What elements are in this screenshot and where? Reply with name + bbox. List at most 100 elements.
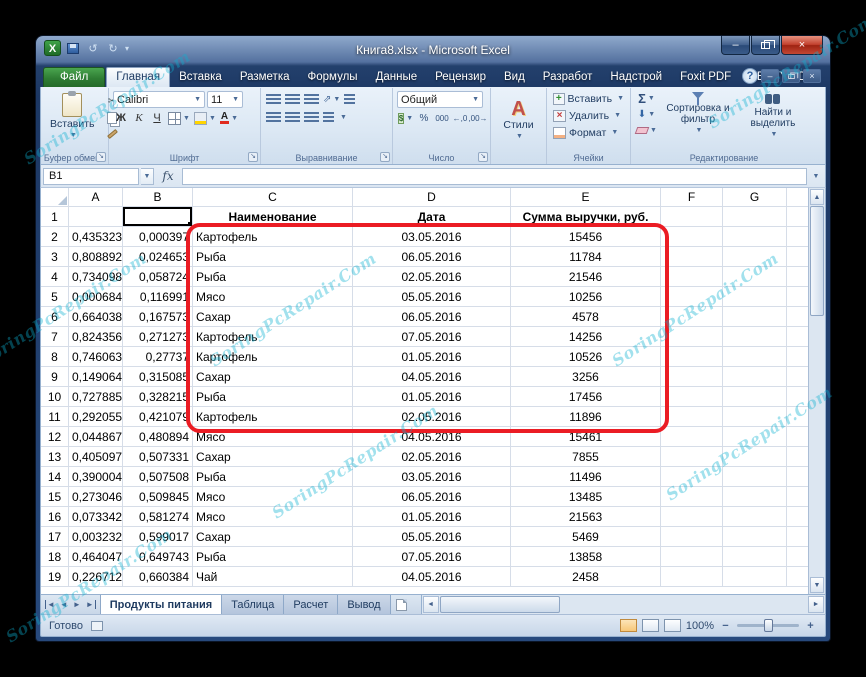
cell-G15[interactable] bbox=[723, 487, 787, 507]
row-header-15[interactable]: 15 bbox=[41, 487, 69, 507]
align-bottom-button[interactable] bbox=[303, 91, 320, 107]
cell-C4[interactable]: Рыба bbox=[193, 267, 353, 287]
cell-G12[interactable] bbox=[723, 427, 787, 447]
cell-C1-header[interactable]: Наименование bbox=[193, 207, 353, 227]
cell-C11[interactable]: Картофель bbox=[193, 407, 353, 427]
comma-style-button[interactable]: 000 bbox=[434, 110, 450, 126]
row-header-4[interactable]: 4 bbox=[41, 267, 69, 287]
cell-C19[interactable]: Чай bbox=[193, 567, 353, 587]
column-header-C[interactable]: C bbox=[193, 188, 353, 207]
cell-D2[interactable]: 03.05.2016 bbox=[353, 227, 511, 247]
italic-button[interactable]: К bbox=[131, 110, 147, 126]
orientation-button[interactable]: ⇗ ▼ bbox=[322, 91, 341, 107]
cell-E6[interactable]: 4578 bbox=[511, 307, 661, 327]
cell-G5[interactable] bbox=[723, 287, 787, 307]
fill-color-button[interactable]: ▼ bbox=[193, 110, 217, 126]
cell-F17[interactable] bbox=[661, 527, 723, 547]
cell-G16[interactable] bbox=[723, 507, 787, 527]
cell-F4[interactable] bbox=[661, 267, 723, 287]
excel-logo-icon[interactable]: X bbox=[44, 40, 61, 56]
cell-D17[interactable]: 05.05.2016 bbox=[353, 527, 511, 547]
horizontal-scrollbar[interactable]: ◄ ► bbox=[420, 595, 825, 614]
cell-A6[interactable]: 0,664038 bbox=[69, 307, 123, 327]
cell-B7[interactable]: 0,271273 bbox=[123, 327, 193, 347]
cell-E5[interactable]: 10256 bbox=[511, 287, 661, 307]
cell-G18[interactable] bbox=[723, 547, 787, 567]
align-top-button[interactable] bbox=[265, 91, 282, 107]
cell-E1-header[interactable]: Сумма выручки, руб. bbox=[511, 207, 661, 227]
cell-G4[interactable] bbox=[723, 267, 787, 287]
cell-G10[interactable] bbox=[723, 387, 787, 407]
row-header-6[interactable]: 6 bbox=[41, 307, 69, 327]
cell-B17[interactable]: 0,599017 bbox=[123, 527, 193, 547]
cell-C15[interactable]: Мясо bbox=[193, 487, 353, 507]
cell-G11[interactable] bbox=[723, 407, 787, 427]
name-box[interactable]: B1 bbox=[43, 167, 139, 185]
minimize-button[interactable]: – bbox=[721, 36, 750, 55]
wrap-text-button[interactable] bbox=[343, 91, 360, 107]
cell-A16[interactable]: 0,073342 bbox=[69, 507, 123, 527]
restore-button[interactable] bbox=[751, 36, 780, 55]
cell-E2[interactable]: 15456 bbox=[511, 227, 661, 247]
formula-input[interactable] bbox=[182, 167, 807, 185]
cell-B4[interactable]: 0,058724 bbox=[123, 267, 193, 287]
cell-B13[interactable]: 0,507331 bbox=[123, 447, 193, 467]
clipboard-dialog-launcher-icon[interactable]: ↘ bbox=[96, 152, 106, 162]
align-right-button[interactable] bbox=[303, 109, 320, 125]
workbook-restore-button[interactable] bbox=[782, 69, 800, 83]
workbook-minimize-button[interactable]: – bbox=[761, 69, 779, 83]
row-header-18[interactable]: 18 bbox=[41, 547, 69, 567]
cell-A1[interactable] bbox=[69, 207, 123, 227]
sheet-tab-2[interactable]: Расчет bbox=[283, 595, 339, 614]
cell-A2[interactable]: 0,435323 bbox=[69, 227, 123, 247]
cell-B15[interactable]: 0,509845 bbox=[123, 487, 193, 507]
cell-E8[interactable]: 10526 bbox=[511, 347, 661, 367]
cell-F7[interactable] bbox=[661, 327, 723, 347]
bold-button[interactable]: Ж bbox=[113, 110, 129, 126]
cell-B1-active[interactable] bbox=[123, 207, 193, 227]
cell-D19[interactable]: 04.05.2016 bbox=[353, 567, 511, 587]
cell-D8[interactable]: 01.05.2016 bbox=[353, 347, 511, 367]
ribbon-tab-0[interactable]: Главная bbox=[106, 67, 171, 87]
insert-function-button[interactable]: fx bbox=[156, 169, 180, 183]
cell-D5[interactable]: 05.05.2016 bbox=[353, 287, 511, 307]
cell-E3[interactable]: 11784 bbox=[511, 247, 661, 267]
align-center-button[interactable] bbox=[284, 109, 301, 125]
last-sheet-icon[interactable]: ► bbox=[86, 600, 96, 609]
cell-D10[interactable]: 01.05.2016 bbox=[353, 387, 511, 407]
cell-B14[interactable]: 0,507508 bbox=[123, 467, 193, 487]
cell-A19[interactable]: 0,226712 bbox=[69, 567, 123, 587]
column-header-E[interactable]: E bbox=[511, 188, 661, 207]
align-left-button[interactable] bbox=[265, 109, 282, 125]
cell-E17[interactable]: 5469 bbox=[511, 527, 661, 547]
cell-A13[interactable]: 0,405097 bbox=[69, 447, 123, 467]
save-button[interactable] bbox=[65, 41, 81, 56]
cell-C7[interactable]: Картофель bbox=[193, 327, 353, 347]
workbook-close-button[interactable]: × bbox=[803, 69, 821, 83]
cell-F9[interactable] bbox=[661, 367, 723, 387]
cell-D15[interactable]: 06.05.2016 bbox=[353, 487, 511, 507]
cell-A5[interactable]: 0,000684 bbox=[69, 287, 123, 307]
cell-F18[interactable] bbox=[661, 547, 723, 567]
cell-D3[interactable]: 06.05.2016 bbox=[353, 247, 511, 267]
sheet-tab-1[interactable]: Таблица bbox=[221, 595, 285, 614]
cell-C16[interactable]: Мясо bbox=[193, 507, 353, 527]
scroll-left-icon[interactable]: ◄ bbox=[422, 596, 439, 613]
scroll-down-icon[interactable]: ▼ bbox=[810, 577, 824, 593]
cell-A14[interactable]: 0,390004 bbox=[69, 467, 123, 487]
font-size-select[interactable]: 11 ▼ bbox=[207, 91, 243, 108]
row-header-1[interactable]: 1 bbox=[41, 207, 69, 227]
cell-B3[interactable]: 0,024653 bbox=[123, 247, 193, 267]
find-select-button[interactable]: Найти и выделить ▼ bbox=[738, 90, 808, 142]
cell-D9[interactable]: 04.05.2016 bbox=[353, 367, 511, 387]
cell-A4[interactable]: 0,734098 bbox=[69, 267, 123, 287]
font-dialog-launcher-icon[interactable]: ↘ bbox=[248, 152, 258, 162]
horizontal-scroll-thumb[interactable] bbox=[439, 596, 560, 613]
ribbon-tab-2[interactable]: Разметка bbox=[231, 68, 299, 87]
fill-button[interactable]: ⬇ ▼ bbox=[635, 106, 658, 122]
cell-C10[interactable]: Рыба bbox=[193, 387, 353, 407]
cell-B8[interactable]: 0,27737 bbox=[123, 347, 193, 367]
ribbon-tab-4[interactable]: Данные bbox=[367, 68, 427, 87]
cell-F1[interactable] bbox=[661, 207, 723, 227]
cell-G2[interactable] bbox=[723, 227, 787, 247]
